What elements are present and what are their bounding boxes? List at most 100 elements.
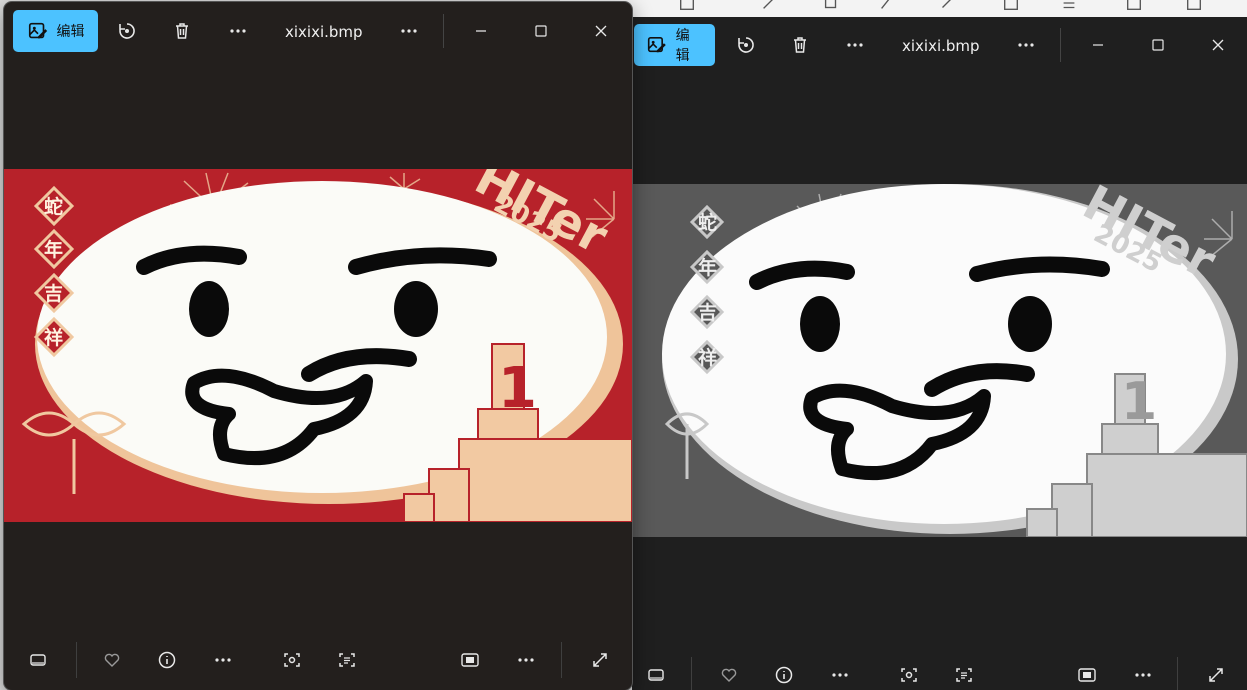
more-icon xyxy=(401,29,417,33)
more-options-button[interactable] xyxy=(824,659,856,690)
grid-icon xyxy=(680,0,694,10)
delete-button[interactable] xyxy=(166,15,198,47)
edit-button[interactable]: 编辑 xyxy=(13,10,98,52)
file-more-button[interactable] xyxy=(393,15,425,47)
close-icon xyxy=(1212,39,1224,51)
edit-icon xyxy=(763,0,773,9)
close-button[interactable] xyxy=(1202,29,1234,61)
visual-search-button[interactable] xyxy=(276,644,308,676)
image-char-3: 吉 xyxy=(44,282,63,305)
maximize-button[interactable] xyxy=(525,15,557,47)
more-icon xyxy=(215,658,231,662)
more-icon xyxy=(518,658,534,662)
maximize-icon xyxy=(1152,39,1164,51)
title-bar: 编辑 xixixi.bmp xyxy=(4,2,632,62)
more-icon xyxy=(847,43,863,47)
text-scan-icon xyxy=(339,653,355,667)
info-icon xyxy=(775,666,793,684)
expand-icon xyxy=(593,653,607,667)
layout-icon xyxy=(1004,0,1018,10)
edit-label: 编辑 xyxy=(675,28,690,64)
divider xyxy=(1177,657,1178,690)
photo-display[interactable]: 蛇 年 吉 祥 2025 HITer 1 xyxy=(4,169,632,522)
image-char-1: 蛇 xyxy=(698,211,717,234)
photo-image: 蛇 年 吉 祥 2025 HITer 1 xyxy=(632,184,1247,537)
photo-viewer-window-grayscale: 编辑 xixixi.bmp 蛇 年 吉 祥 2025 HITer 1 xyxy=(632,17,1247,690)
box-icon xyxy=(1127,0,1141,10)
more-view-button[interactable] xyxy=(1127,659,1159,690)
image-char-2: 年 xyxy=(698,256,717,279)
actual-size-icon xyxy=(1078,668,1096,682)
focus-scan-icon xyxy=(284,653,300,667)
trash-icon xyxy=(794,37,806,53)
image-char-2: 年 xyxy=(44,238,63,261)
text-scan-icon xyxy=(956,668,972,682)
text-scan-button[interactable] xyxy=(331,644,363,676)
fullscreen-button[interactable] xyxy=(584,644,616,676)
close-button[interactable] xyxy=(585,15,617,47)
file-more-button[interactable] xyxy=(1010,29,1042,61)
delete-button[interactable] xyxy=(784,29,816,61)
more-icon xyxy=(832,673,848,677)
maximize-button[interactable] xyxy=(1142,29,1174,61)
more-icon xyxy=(230,29,246,33)
filmstrip-button[interactable] xyxy=(22,644,54,676)
minimize-button[interactable] xyxy=(465,15,497,47)
text-scan-button[interactable] xyxy=(948,659,980,690)
image-number: 1 xyxy=(1121,372,1157,432)
photo-viewer-window-color: 编辑 xixixi.bmp 蛇 年 吉 祥 2025 HITer 1 xyxy=(4,2,632,690)
rotate-button[interactable] xyxy=(111,15,143,47)
focus-scan-icon xyxy=(901,668,917,682)
minimize-icon xyxy=(1093,44,1103,46)
list-icon xyxy=(1063,2,1075,9)
copy-icon xyxy=(824,0,837,9)
visual-search-button[interactable] xyxy=(893,659,925,690)
maximize-icon xyxy=(535,25,547,37)
heart-icon xyxy=(721,668,737,682)
actual-size-icon xyxy=(461,653,479,667)
info-button[interactable] xyxy=(768,659,800,690)
panel-icon xyxy=(1187,0,1201,10)
more-button[interactable] xyxy=(222,15,254,47)
file-name: xixixi.bmp xyxy=(902,37,980,55)
divider xyxy=(76,642,77,678)
image-number: 1 xyxy=(498,356,537,421)
info-icon xyxy=(158,651,176,669)
minimize-icon xyxy=(476,30,486,32)
filmstrip-icon xyxy=(30,654,46,666)
actual-size-button[interactable] xyxy=(1071,659,1103,690)
minimize-button[interactable] xyxy=(1082,29,1114,61)
filmstrip-icon xyxy=(648,669,664,681)
divider xyxy=(691,657,692,690)
trash-icon xyxy=(176,23,188,39)
edit-image-icon xyxy=(28,22,47,39)
rotate-button[interactable] xyxy=(730,29,762,61)
heart-icon xyxy=(104,653,120,667)
more-button[interactable] xyxy=(839,29,871,61)
divider xyxy=(1060,28,1061,62)
more-options-button[interactable] xyxy=(207,644,239,676)
photo-display[interactable]: 蛇 年 吉 祥 2025 HITer 1 xyxy=(632,184,1247,537)
divider xyxy=(561,642,562,678)
expand-icon xyxy=(1209,668,1223,682)
image-char-3: 吉 xyxy=(698,301,717,324)
divider xyxy=(443,14,444,48)
info-button[interactable] xyxy=(151,644,183,676)
title-bar: 编辑 xixixi.bmp xyxy=(632,17,1247,77)
favorite-button[interactable] xyxy=(96,644,128,676)
favorite-button[interactable] xyxy=(713,659,745,690)
more-view-button[interactable] xyxy=(510,644,542,676)
filmstrip-button[interactable] xyxy=(640,659,672,690)
close-icon xyxy=(595,25,607,37)
photo-image: 蛇 年 吉 祥 2025 HITer 1 xyxy=(4,169,632,522)
more-icon xyxy=(1135,673,1151,677)
edit-button[interactable]: 编辑 xyxy=(634,24,715,66)
fullscreen-button[interactable] xyxy=(1200,659,1232,690)
edit-image-icon xyxy=(647,37,666,53)
more-icon xyxy=(1018,43,1034,47)
actual-size-button[interactable] xyxy=(454,644,486,676)
rotate-icon xyxy=(738,37,754,53)
pen-icon xyxy=(942,0,951,8)
rotate-icon xyxy=(119,23,135,39)
edit-label: 编辑 xyxy=(56,24,85,40)
